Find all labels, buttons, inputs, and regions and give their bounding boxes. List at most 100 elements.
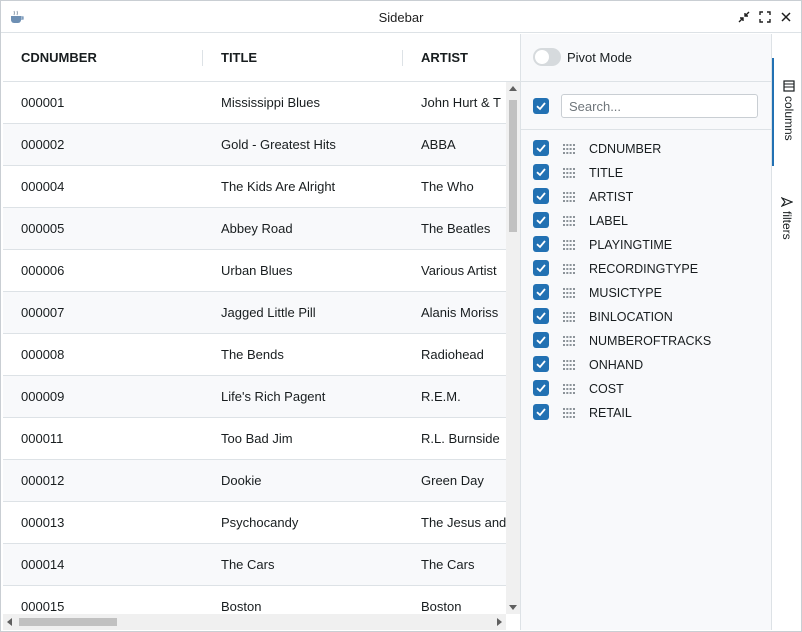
table-cell-cdnumber[interactable]: 000006 <box>3 250 203 291</box>
column-header-title[interactable]: TITLE <box>203 34 403 82</box>
table-cell-title[interactable]: Jagged Little Pill <box>203 292 403 333</box>
table-cell-title[interactable]: The Cars <box>203 544 403 585</box>
table-cell-artist[interactable]: R.E.M. <box>403 376 506 417</box>
table-cell-artist[interactable]: The Beatles <box>403 208 506 249</box>
table-cell-cdnumber[interactable]: 000014 <box>3 544 203 585</box>
column-header-artist[interactable]: ARTIST <box>403 34 506 82</box>
table-cell-artist[interactable]: Boston <box>403 586 506 614</box>
table-cell-title[interactable]: The Kids Are Alright <box>203 166 403 207</box>
scroll-down-arrow-icon[interactable] <box>509 605 517 610</box>
drag-handle-icon[interactable] <box>563 384 575 394</box>
restore-down-icon[interactable] <box>736 9 752 25</box>
table-row[interactable]: 000013 Psychocandy The Jesus and <box>3 502 506 544</box>
drag-handle-icon[interactable] <box>563 192 575 202</box>
column-checkbox[interactable] <box>533 212 549 228</box>
table-cell-title[interactable]: Dookie <box>203 460 403 501</box>
table-cell-title[interactable]: Abbey Road <box>203 208 403 249</box>
table-row[interactable]: 000002 Gold - Greatest Hits ABBA <box>3 124 506 166</box>
select-all-checkbox[interactable] <box>533 98 549 114</box>
scroll-right-arrow-icon[interactable] <box>497 618 502 626</box>
table-row[interactable]: 000008 The Bends Radiohead <box>3 334 506 376</box>
column-header-cdnumber[interactable]: CDNUMBER <box>3 34 203 82</box>
column-checkbox[interactable] <box>533 308 549 324</box>
table-cell-artist[interactable]: ABBA <box>403 124 506 165</box>
table-row[interactable]: 000001 Mississippi Blues John Hurt & T <box>3 82 506 124</box>
table-row[interactable]: 000004 The Kids Are Alright The Who <box>3 166 506 208</box>
table-cell-title[interactable]: Boston <box>203 586 403 614</box>
table-row[interactable]: 000014 The Cars The Cars <box>3 544 506 586</box>
drag-handle-icon[interactable] <box>563 240 575 250</box>
table-cell-cdnumber[interactable]: 000005 <box>3 208 203 249</box>
column-checkbox[interactable] <box>533 284 549 300</box>
table-cell-cdnumber[interactable]: 000015 <box>3 586 203 614</box>
column-checkbox[interactable] <box>533 260 549 276</box>
column-checkbox[interactable] <box>533 332 549 348</box>
table-cell-artist[interactable]: Alanis Moriss <box>403 292 506 333</box>
table-cell-artist[interactable]: Green Day <box>403 460 506 501</box>
table-cell-artist[interactable]: The Jesus and <box>403 502 506 543</box>
table-cell-artist[interactable]: R.L. Burnside <box>403 418 506 459</box>
column-list-item[interactable]: COST <box>521 378 771 402</box>
pivot-mode-toggle[interactable] <box>533 48 561 66</box>
column-checkbox[interactable] <box>533 140 549 156</box>
column-checkbox[interactable] <box>533 236 549 252</box>
column-list-item[interactable]: PLAYINGTIME <box>521 234 771 258</box>
close-icon[interactable] <box>778 9 794 25</box>
column-search-input[interactable] <box>561 94 758 118</box>
table-cell-artist[interactable]: The Cars <box>403 544 506 585</box>
table-cell-cdnumber[interactable]: 000008 <box>3 334 203 375</box>
table-row[interactable]: 000005 Abbey Road The Beatles <box>3 208 506 250</box>
table-cell-title[interactable]: Too Bad Jim <box>203 418 403 459</box>
column-list-item[interactable]: LABEL <box>521 210 771 234</box>
table-cell-title[interactable]: Psychocandy <box>203 502 403 543</box>
drag-handle-icon[interactable] <box>563 288 575 298</box>
column-list-item[interactable]: BINLOCATION <box>521 306 771 330</box>
column-list-item[interactable]: NUMBEROFTRACKS <box>521 330 771 354</box>
table-cell-cdnumber[interactable]: 000013 <box>3 502 203 543</box>
tab-columns[interactable]: columns <box>772 58 802 166</box>
column-list-item[interactable]: TITLE <box>521 162 771 186</box>
table-row[interactable]: 000007 Jagged Little Pill Alanis Moriss <box>3 292 506 334</box>
drag-handle-icon[interactable] <box>563 312 575 322</box>
drag-handle-icon[interactable] <box>563 144 575 154</box>
column-checkbox[interactable] <box>533 380 549 396</box>
column-list-item[interactable]: ONHAND <box>521 354 771 378</box>
vertical-scroll-thumb[interactable] <box>509 100 517 232</box>
table-cell-title[interactable]: Mississippi Blues <box>203 82 403 123</box>
drag-handle-icon[interactable] <box>563 360 575 370</box>
drag-handle-icon[interactable] <box>563 336 575 346</box>
column-list-item[interactable]: ARTIST <box>521 186 771 210</box>
vertical-scrollbar[interactable] <box>506 82 520 614</box>
table-cell-cdnumber[interactable]: 000007 <box>3 292 203 333</box>
column-checkbox[interactable] <box>533 164 549 180</box>
drag-handle-icon[interactable] <box>563 216 575 226</box>
column-list-item[interactable]: CDNUMBER <box>521 138 771 162</box>
column-checkbox[interactable] <box>533 404 549 420</box>
table-cell-cdnumber[interactable]: 000001 <box>3 82 203 123</box>
table-cell-artist[interactable]: The Who <box>403 166 506 207</box>
tab-filters[interactable]: filters <box>772 194 802 254</box>
scroll-up-arrow-icon[interactable] <box>509 86 517 91</box>
table-row[interactable]: 000015 Boston Boston <box>3 586 506 614</box>
table-row[interactable]: 000006 Urban Blues Various Artist <box>3 250 506 292</box>
table-cell-cdnumber[interactable]: 000011 <box>3 418 203 459</box>
table-cell-cdnumber[interactable]: 000004 <box>3 166 203 207</box>
table-row[interactable]: 000009 Life's Rich Pagent R.E.M. <box>3 376 506 418</box>
maximize-icon[interactable] <box>757 9 773 25</box>
table-cell-cdnumber[interactable]: 000012 <box>3 460 203 501</box>
horizontal-scrollbar[interactable] <box>3 614 506 630</box>
drag-handle-icon[interactable] <box>563 168 575 178</box>
column-checkbox[interactable] <box>533 356 549 372</box>
drag-handle-icon[interactable] <box>563 408 575 418</box>
table-cell-cdnumber[interactable]: 000009 <box>3 376 203 417</box>
table-cell-artist[interactable]: Various Artist <box>403 250 506 291</box>
table-cell-title[interactable]: Urban Blues <box>203 250 403 291</box>
table-cell-artist[interactable]: Radiohead <box>403 334 506 375</box>
table-row[interactable]: 000012 Dookie Green Day <box>3 460 506 502</box>
column-list-item[interactable]: RETAIL <box>521 402 771 426</box>
scroll-left-arrow-icon[interactable] <box>7 618 12 626</box>
table-cell-title[interactable]: Gold - Greatest Hits <box>203 124 403 165</box>
table-cell-title[interactable]: The Bends <box>203 334 403 375</box>
column-list-item[interactable]: MUSICTYPE <box>521 282 771 306</box>
column-checkbox[interactable] <box>533 188 549 204</box>
